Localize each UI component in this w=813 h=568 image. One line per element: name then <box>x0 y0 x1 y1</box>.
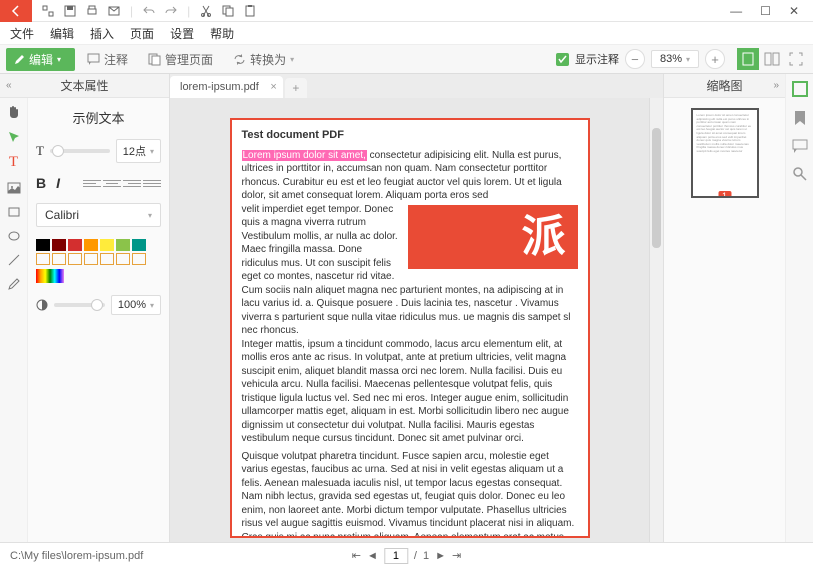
doc-title: Test document PDF <box>242 128 578 143</box>
menu-insert[interactable]: 插入 <box>90 25 114 42</box>
maximize-button[interactable]: ☐ <box>760 4 771 18</box>
color-swatch-empty[interactable] <box>116 253 130 265</box>
menu-settings[interactable]: 设置 <box>170 25 194 42</box>
color-swatch-empty[interactable] <box>84 253 98 265</box>
show-annotations-label: 显示注释 <box>575 51 619 67</box>
color-swatch[interactable] <box>68 239 82 251</box>
minimize-button[interactable]: — <box>730 4 742 18</box>
sample-text: 示例文本 <box>36 108 161 127</box>
color-swatch[interactable] <box>84 239 98 251</box>
menu-edit[interactable]: 编辑 <box>50 25 74 42</box>
hand-tool[interactable] <box>6 104 22 120</box>
collapse-left-icon[interactable]: « <box>6 80 12 91</box>
size-slider[interactable] <box>50 149 110 153</box>
show-annotations-checkbox[interactable] <box>556 53 569 66</box>
page-total: 1 <box>423 550 429 562</box>
color-swatch[interactable] <box>100 239 114 251</box>
save-icon[interactable] <box>64 5 76 17</box>
highlighted-text: Lorem ipsum dolor sit amet, <box>242 150 367 161</box>
color-swatch-empty[interactable] <box>132 253 146 265</box>
opacity-combo[interactable]: 100%▾ <box>111 295 161 315</box>
pen-tool[interactable] <box>7 277 21 291</box>
menu-help[interactable]: 帮助 <box>210 25 234 42</box>
first-page[interactable]: ⇤ <box>352 549 361 562</box>
image-tool[interactable] <box>7 181 21 195</box>
menu-file[interactable]: 文件 <box>10 25 34 42</box>
align-left[interactable] <box>83 175 101 191</box>
rect-tool[interactable] <box>7 205 21 219</box>
bookmark-icon[interactable] <box>792 110 808 126</box>
tab-file[interactable]: lorem-ipsum.pdf × <box>170 76 283 98</box>
pencil-icon <box>14 54 25 65</box>
size-combo[interactable]: 12点▾ <box>116 139 161 163</box>
color-swatch-empty[interactable] <box>52 253 66 265</box>
color-swatch[interactable] <box>36 239 50 251</box>
tab-add[interactable]: + <box>285 78 307 98</box>
color-swatch[interactable] <box>52 239 66 251</box>
zoom-out-button[interactable]: − <box>625 49 645 69</box>
collapse-right-icon[interactable]: » <box>773 80 779 91</box>
line-tool[interactable] <box>7 253 21 267</box>
align-center[interactable] <box>103 175 121 191</box>
search-icon[interactable] <box>792 166 808 182</box>
right-panel-header: 缩略图 » <box>664 74 785 98</box>
expand-icon[interactable] <box>42 5 54 17</box>
color-picker[interactable] <box>36 269 64 283</box>
next-page[interactable]: ► <box>435 550 446 562</box>
prev-page[interactable]: ◄ <box>367 550 378 562</box>
opacity-slider[interactable] <box>54 303 105 307</box>
comments-panel-icon[interactable] <box>792 138 808 154</box>
align-right[interactable] <box>123 175 141 191</box>
text-tool[interactable]: T <box>9 154 18 171</box>
back-button[interactable] <box>0 0 32 22</box>
color-swatch-empty[interactable] <box>36 253 50 265</box>
color-swatches[interactable] <box>36 239 161 251</box>
print-icon[interactable] <box>86 5 98 17</box>
view-single-page[interactable] <box>737 48 759 70</box>
view-fullscreen[interactable] <box>785 48 807 70</box>
document-page[interactable]: Test document PDF Lorem ipsum dolor sit … <box>230 118 590 538</box>
close-button[interactable]: ✕ <box>789 4 799 18</box>
zoom-in-button[interactable]: + <box>705 49 725 69</box>
annotate-button[interactable]: 注释 <box>79 48 136 71</box>
page-thumbnail[interactable]: Lorem ipsum dolor sit amet consectetur a… <box>691 108 759 198</box>
pages-icon <box>148 53 161 66</box>
thumbnails-view[interactable] <box>791 80 809 98</box>
align-justify[interactable] <box>143 175 161 191</box>
left-panel-header: « 文本属性 <box>0 74 169 98</box>
page-input[interactable] <box>384 548 408 564</box>
manage-pages-button[interactable]: 管理页面 <box>140 48 221 71</box>
color-swatch[interactable] <box>132 239 146 251</box>
opacity-icon <box>36 299 48 311</box>
select-tool[interactable] <box>7 130 21 144</box>
ellipse-tool[interactable] <box>7 229 21 243</box>
color-swatch-empty[interactable] <box>100 253 114 265</box>
redo-icon[interactable] <box>165 5 177 17</box>
paste-icon[interactable] <box>244 5 256 17</box>
convert-button[interactable]: 转换为 ▾ <box>225 48 302 71</box>
edit-mode-button[interactable]: 编辑 ▾ <box>6 48 75 71</box>
zoom-value[interactable]: 83%▾ <box>651 50 699 68</box>
copy-icon[interactable] <box>222 5 234 17</box>
vertical-scrollbar[interactable] <box>649 98 663 542</box>
color-swatch-empty[interactable] <box>68 253 82 265</box>
last-page[interactable]: ⇥ <box>452 549 461 562</box>
view-two-page[interactable] <box>761 48 783 70</box>
embedded-image: 派 <box>408 205 578 269</box>
text-size-icon: T <box>36 143 44 159</box>
undo-icon[interactable] <box>143 5 155 17</box>
comment-icon <box>87 53 100 66</box>
italic-button[interactable]: I <box>56 175 60 191</box>
tab-close[interactable]: × <box>270 81 276 93</box>
mail-icon[interactable] <box>108 5 120 17</box>
color-swatch[interactable] <box>116 239 130 251</box>
file-path: C:\My files\lorem-ipsum.pdf <box>10 550 143 562</box>
bold-button[interactable]: B <box>36 175 46 191</box>
cut-icon[interactable] <box>200 5 212 17</box>
thumb-page-number: 1 <box>718 191 731 198</box>
font-combo[interactable]: Calibri▾ <box>36 203 161 227</box>
arrow-left-icon <box>10 5 22 17</box>
refresh-icon <box>233 53 246 66</box>
menu-page[interactable]: 页面 <box>130 25 154 42</box>
